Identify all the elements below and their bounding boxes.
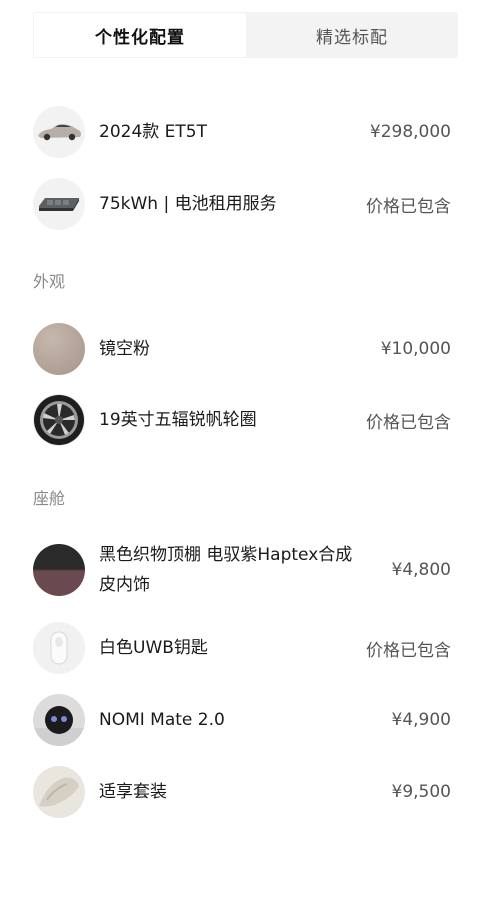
option-row-wheels[interactable]: 19英寸五辐锐帆轮圈 价格已包含 — [33, 394, 451, 446]
interior-swatch-icon — [33, 544, 85, 596]
option-name: 黑色织物顶棚 电驭紫Haptex合成皮内饰 — [99, 545, 353, 595]
option-price: 价格已包含 — [366, 640, 451, 661]
nomi-thumbnail-icon — [33, 694, 85, 746]
battery-thumbnail-icon — [33, 178, 85, 230]
option-price: ¥9,500 — [391, 782, 451, 802]
option-name: 75kWh | 电池租用服务 — [99, 194, 277, 214]
option-name: 镜空粉 — [99, 339, 150, 359]
option-price: 价格已包含 — [366, 412, 451, 433]
config-tab-bar: 个性化配置 精选标配 — [33, 12, 458, 58]
comfort-package-thumbnail-icon — [33, 766, 85, 818]
option-row-nomi[interactable]: NOMI Mate 2.0 ¥4,900 — [33, 694, 451, 746]
option-price: ¥4,900 — [391, 710, 451, 730]
option-price: ¥4,800 — [391, 560, 451, 580]
option-name: 2024款 ET5T — [99, 122, 207, 142]
option-row-battery[interactable]: 75kWh | 电池租用服务 价格已包含 — [33, 178, 451, 230]
wheel-thumbnail-icon — [33, 394, 85, 446]
option-name: NOMI Mate 2.0 — [99, 710, 225, 730]
option-row-uwb-key[interactable]: 白色UWB钥匙 价格已包含 — [33, 622, 451, 674]
option-row-interior[interactable]: 黑色织物顶棚 电驭紫Haptex合成皮内饰 ¥4,800 — [33, 540, 451, 600]
option-price: ¥298,000 — [369, 122, 451, 142]
option-row-paint-color[interactable]: 镜空粉 ¥10,000 — [33, 323, 451, 375]
section-title-exterior: 外观 — [33, 272, 66, 291]
tab-standard-config[interactable]: 精选标配 — [246, 12, 458, 58]
option-price: ¥10,000 — [380, 339, 451, 359]
option-name: 白色UWB钥匙 — [99, 638, 208, 658]
option-name: 19英寸五辐锐帆轮圈 — [99, 410, 257, 430]
car-thumbnail-icon — [33, 106, 85, 158]
paint-swatch-icon — [33, 323, 85, 375]
key-thumbnail-icon — [33, 622, 85, 674]
option-row-comfort-package[interactable]: 适享套装 ¥9,500 — [33, 766, 451, 818]
option-name: 适享套装 — [99, 782, 167, 802]
option-row-car-model[interactable]: 2024款 ET5T ¥298,000 — [33, 106, 451, 158]
section-title-cabin: 座舱 — [33, 489, 66, 508]
option-price: 价格已包含 — [366, 196, 451, 217]
tab-personalized-config[interactable]: 个性化配置 — [34, 13, 246, 57]
